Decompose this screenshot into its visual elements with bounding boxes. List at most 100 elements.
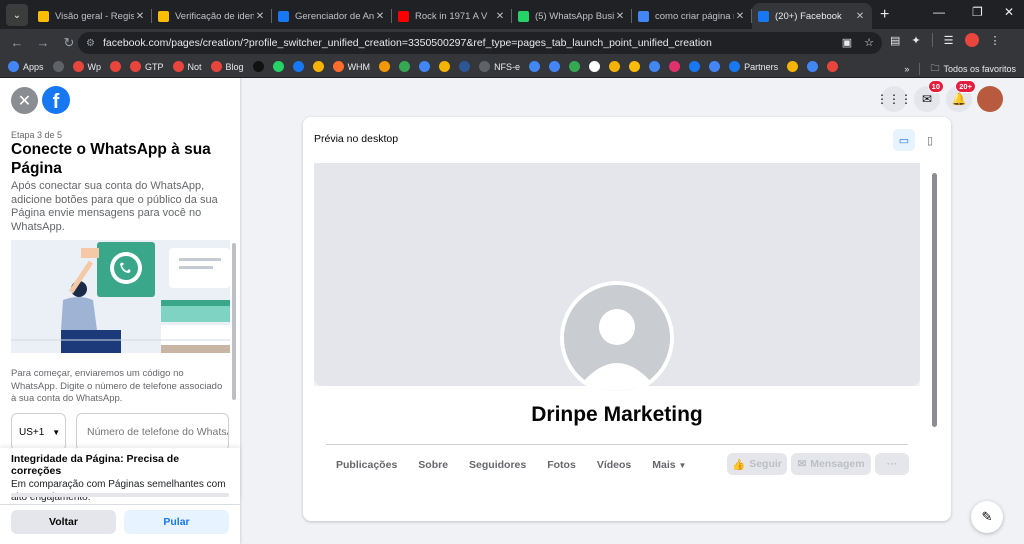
reload-icon[interactable]: ↻ [58, 35, 80, 51]
bookmark-item[interactable] [649, 61, 664, 72]
bookmark-item[interactable] [252, 61, 268, 72]
phone-number-input[interactable] [76, 413, 229, 451]
browser-tab[interactable]: Rock in 1971 A V ✕ [392, 3, 512, 29]
bookmark-item[interactable]: Wp [72, 61, 101, 72]
profile-avatar-icon[interactable] [964, 33, 979, 47]
bookmark-item[interactable] [569, 61, 584, 72]
bookmark-item[interactable] [439, 61, 454, 72]
browser-tab[interactable]: Gerenciador de Anú ✕ [272, 3, 392, 29]
message-button[interactable]: ✉ Mensagem [791, 453, 871, 475]
bookmark-item[interactable] [827, 61, 842, 72]
bookmark-item[interactable] [529, 61, 544, 72]
tab-videos[interactable]: Vídeos [597, 459, 631, 471]
forward-arrow-icon[interactable]: → [32, 35, 54, 50]
bookmark-favicon-icon [72, 61, 84, 72]
page-integrity-banner[interactable]: Integridade da Página: Precisa de correç… [0, 448, 240, 503]
browser-tab[interactable]: como criar página n ✕ [632, 3, 752, 29]
bookmark-item[interactable] [110, 61, 125, 72]
tab-sobre[interactable]: Sobre [418, 459, 448, 471]
bookmark-item[interactable]: Not [172, 61, 202, 72]
bookmark-item[interactable] [787, 61, 802, 72]
bookmark-item[interactable]: NFS-e [479, 61, 520, 72]
back-arrow-icon[interactable]: ← [6, 35, 28, 50]
bookmark-item[interactable] [292, 61, 308, 72]
country-code-select[interactable]: US+1 ▼ [11, 413, 66, 451]
bookmark-item[interactable]: Blog [210, 61, 244, 72]
tab-publicacoes[interactable]: Publicações [336, 459, 397, 471]
youtube-icon [398, 10, 409, 22]
browser-tab[interactable]: (5) WhatsApp Busine✕ [512, 3, 632, 29]
bookmark-item[interactable]: WHM [332, 61, 370, 72]
bookmark-item[interactable] [272, 61, 288, 72]
facebook-logo-icon[interactable]: f [42, 86, 70, 114]
bookmark-favicon-icon [110, 61, 122, 72]
more-options-button[interactable]: ··· [875, 453, 909, 475]
minimize-button[interactable]: — [933, 5, 945, 19]
bookmark-item[interactable] [669, 61, 684, 72]
bookmark-favicon-icon [807, 61, 819, 72]
mobile-view-icon[interactable]: ▯ [919, 129, 941, 151]
bookmark-item[interactable] [312, 61, 328, 72]
tab-seguidores[interactable]: Seguidores [469, 459, 526, 471]
back-button[interactable]: Voltar [11, 510, 116, 534]
close-tab-icon[interactable]: ✕ [254, 11, 266, 22]
tab-fotos[interactable]: Fotos [547, 459, 576, 471]
bookmark-item[interactable]: Partners [729, 61, 778, 72]
bookmark-item[interactable]: Apps [8, 61, 44, 72]
tab-title: Rock in 1971 A V [415, 10, 488, 22]
extensions-puzzle-icon[interactable]: ✦ [911, 34, 920, 47]
bookmark-item[interactable] [549, 61, 564, 72]
messenger-icon[interactable]: ✉ 10 [914, 80, 944, 112]
bookmark-item[interactable] [709, 61, 724, 72]
reading-list-icon[interactable]: ☰ [944, 34, 954, 47]
close-tab-icon[interactable]: ✕ [374, 11, 386, 22]
close-tab-icon[interactable]: ✕ [854, 11, 866, 22]
close-tab-icon[interactable]: ✕ [614, 11, 626, 22]
follow-button[interactable]: 👍 Seguir [727, 453, 787, 475]
bookmark-item[interactable] [52, 61, 68, 72]
close-tab-icon[interactable]: ✕ [734, 11, 746, 22]
desktop-view-icon[interactable]: ▭ [893, 129, 915, 151]
bookmark-item[interactable] [689, 61, 704, 72]
bookmark-item[interactable] [807, 61, 822, 72]
bookmark-favicon-icon [549, 61, 561, 72]
more-bookmarks-icon[interactable]: » [904, 64, 909, 74]
all-bookmarks-folder[interactable]: 🗀 Todos os favoritos [930, 61, 1016, 77]
close-tab-icon[interactable]: ✕ [134, 11, 146, 22]
bookmark-item[interactable] [379, 61, 394, 72]
browser-tab[interactable]: Verificação de identi ✕ [152, 3, 272, 29]
bookmark-item[interactable] [589, 61, 604, 72]
browser-tab[interactable]: Visão geral - Regiso ✕ [32, 3, 152, 29]
bookmark-item[interactable] [609, 61, 624, 72]
browser-tab[interactable]: (20+) Facebook ✕ [752, 3, 872, 29]
bookmark-item[interactable] [629, 61, 644, 72]
tab-search-button[interactable]: ⌄ [6, 4, 28, 26]
compose-edit-icon[interactable]: ✎ [971, 501, 1003, 533]
menu-grid-icon[interactable]: ⋮⋮⋮ [876, 86, 912, 112]
restore-button[interactable]: ❐ [972, 5, 983, 19]
menu-kebab-icon[interactable]: ⋮ [990, 34, 1001, 47]
caret-down-icon: ▼ [52, 427, 61, 437]
skip-button[interactable]: Pular [124, 510, 229, 534]
notifications-bell-icon[interactable]: 🔔 20+ [946, 80, 976, 112]
account-avatar[interactable] [977, 86, 1003, 112]
panel-description: Após conectar sua conta do WhatsApp, adi… [11, 180, 218, 233]
bookmark-item[interactable]: GTP [130, 61, 164, 72]
bookmark-star-icon[interactable]: ☆ [864, 36, 874, 49]
site-info-icon[interactable]: ⚙ [86, 38, 95, 49]
cast-icon[interactable]: ▣ [842, 36, 852, 49]
panel-scrollbar[interactable] [232, 243, 236, 400]
ext-icon[interactable]: ▤ [890, 34, 900, 47]
address-bar[interactable]: ⚙ facebook.com/pages/creation/?profile_s… [78, 32, 882, 54]
close-window-button[interactable]: ✕ [1004, 5, 1014, 19]
bookmark-item[interactable] [459, 61, 474, 72]
tab-mais[interactable]: Mais ▼ [652, 459, 686, 471]
close-icon[interactable]: ✕ [11, 87, 38, 114]
bookmark-item[interactable] [399, 61, 414, 72]
new-tab-button[interactable]: + [880, 6, 889, 24]
bookmark-favicon-icon [52, 61, 64, 72]
page-tabs: Publicações Sobre Seguidores Fotos Vídeo… [336, 459, 707, 471]
bookmark-item[interactable] [419, 61, 434, 72]
preview-scrollbar-thumb[interactable] [932, 173, 937, 427]
close-tab-icon[interactable]: ✕ [494, 11, 506, 22]
